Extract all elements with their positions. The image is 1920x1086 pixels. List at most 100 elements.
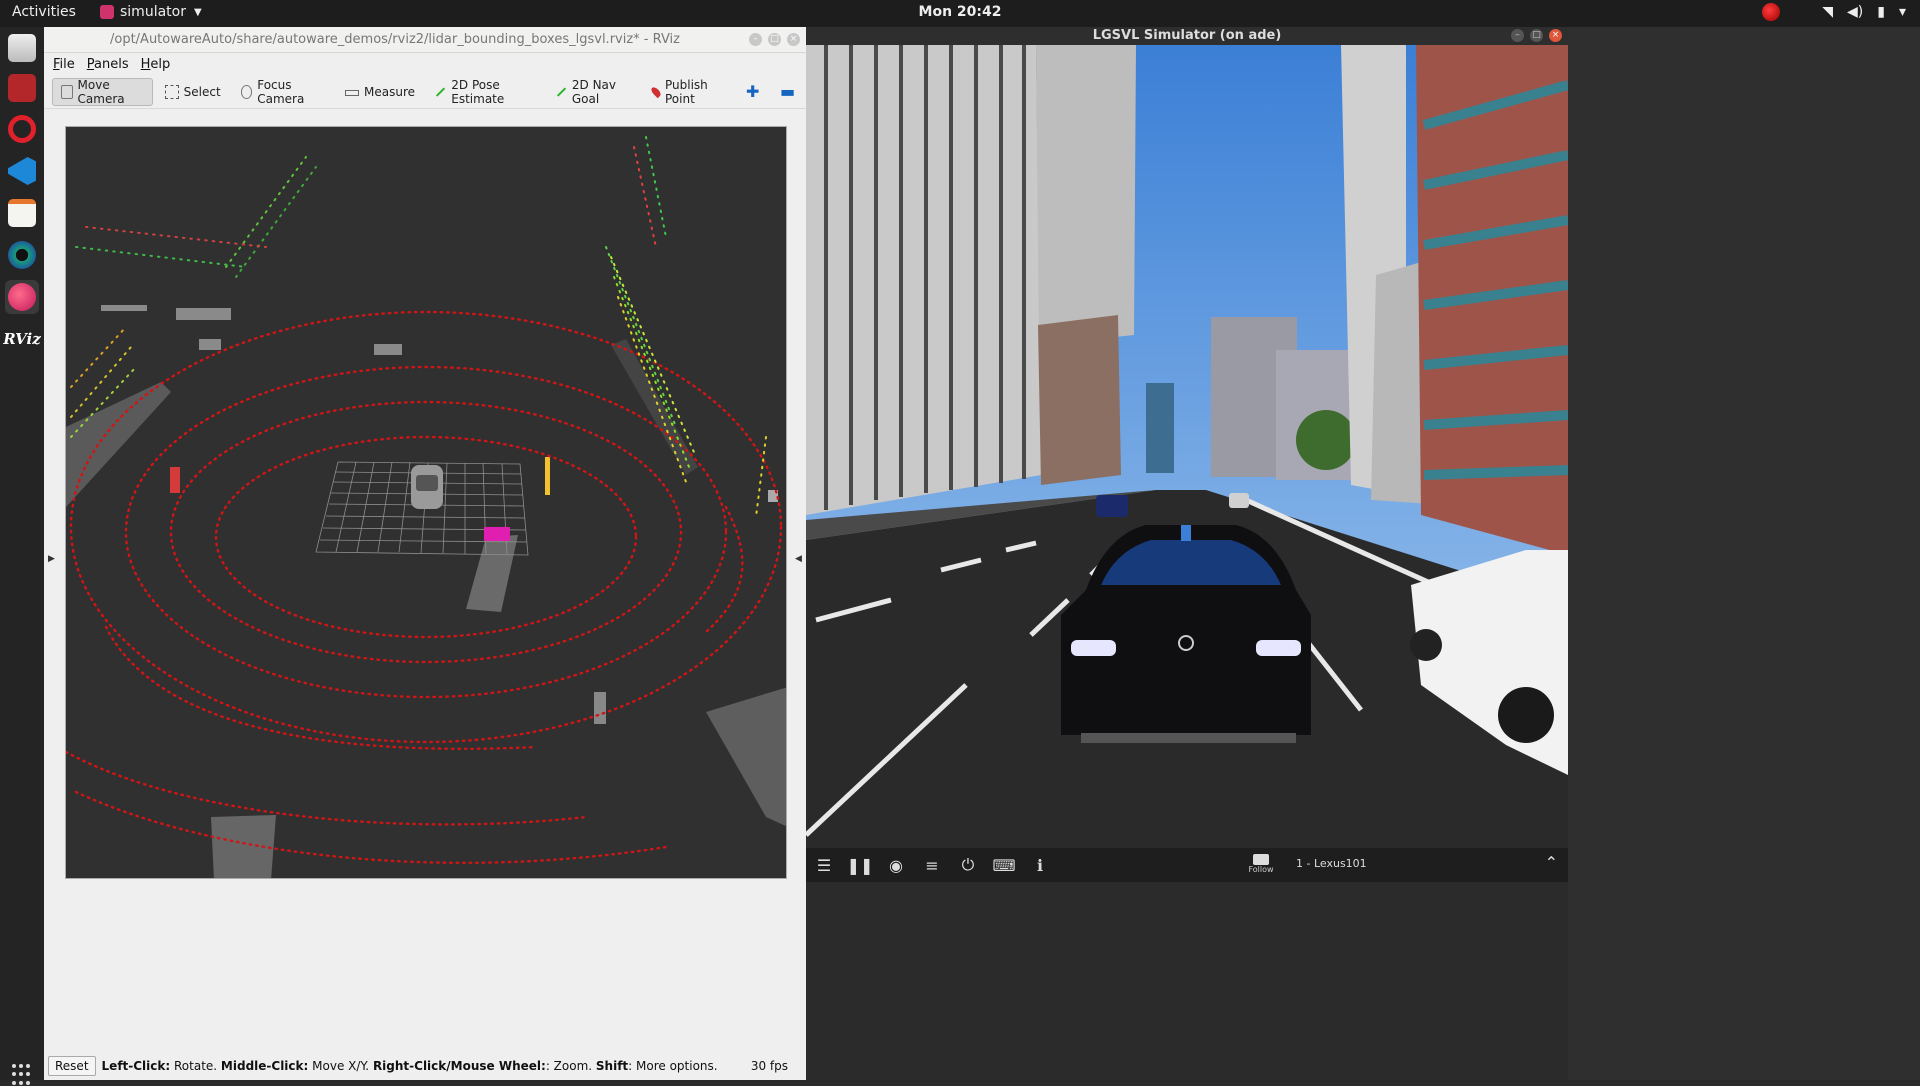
hint-left-click-val: Rotate. [170,1059,221,1073]
city-street-render [806,45,1568,848]
minimize-icon[interactable]: – [749,33,762,46]
follow-label: Follow [1248,865,1274,874]
dock-vscode[interactable] [5,154,39,188]
maximize-icon[interactable]: □ [1530,29,1543,42]
simulator-icon [8,283,36,311]
pose-estimate-tool[interactable]: 2D Pose Estimate [427,78,544,106]
green-arrow-icon [556,86,566,97]
close-icon[interactable]: × [787,33,800,46]
network-icon: ◥ [1822,4,1834,20]
hint-right-click-val: : Zoom. [545,1059,596,1073]
reset-button[interactable]: Reset [48,1056,96,1076]
app-menu-label: simulator [120,4,186,20]
rviz-status-bar: Reset Left-Click: Rotate. Middle-Click: … [44,1052,806,1080]
fps-counter: 30 fps [750,1059,788,1073]
files-icon [8,34,36,62]
ego-vehicle-window [416,475,438,491]
hint-middle-click-key: Middle-Click: [220,1059,309,1073]
rviz-window-title: /opt/AutowareAuto/share/autoware_demos/r… [109,32,680,47]
nav-goal-tool[interactable]: 2D Nav Goal [548,78,640,106]
left-panel-toggle[interactable]: ▶ [44,109,58,1052]
clock[interactable]: Mon 20:42 [919,4,1002,20]
show-applications-icon[interactable] [12,1064,34,1086]
move-camera-icon [61,84,73,99]
tail-light [1256,640,1301,656]
visibility-eye-icon[interactable]: ◉ [878,848,914,882]
lgsvl-titlebar[interactable]: LGSVL Simulator (on ade) – □ × [806,27,1568,45]
dock-simulator[interactable] [5,280,39,314]
select-tool[interactable]: Select [157,78,229,106]
roof-sensor [1181,525,1191,541]
jeep-wheel [1498,687,1554,743]
expand-right-icon: ◀ [795,554,802,564]
maximize-icon[interactable]: □ [768,33,781,46]
dock-text-editor[interactable] [5,196,39,230]
system-tray[interactable]: ◥ ◀) ▮ ▾ [1762,3,1906,21]
tail-light [1071,640,1116,656]
system-menu-caret-icon[interactable]: ▾ [1899,4,1906,20]
pause-icon[interactable]: ❚❚ [842,848,878,882]
rviz-toolbar: Move Camera Select Focus Camera Measure … [44,75,806,109]
camera-icon [1253,854,1269,865]
text-editor-icon [8,199,36,227]
caret-down-icon: ▼ [193,6,202,18]
lgsvl-window: LGSVL Simulator (on ade) – □ × ☰ ❚❚ ◉ ≡ … [806,27,1568,1080]
menu-file[interactable]: File [53,57,75,72]
hint-right-click-key: Right-Click/Mouse Wheel: [372,1059,546,1073]
dock-rviz[interactable]: RViz [3,322,41,356]
measure-tool[interactable]: Measure [337,78,423,106]
recording-indicator-icon[interactable] [1762,3,1781,21]
close-icon[interactable]: × [1549,29,1562,42]
dock-opera[interactable] [5,112,39,146]
detected-object [484,527,510,541]
publish-point-label: Publish Point [665,77,708,106]
activities-button[interactable]: Activities [12,4,76,20]
right-panel-toggle[interactable]: ◀ [792,109,806,1052]
media-icon [8,74,36,102]
rviz-render-area: ▶ ◀ [44,109,806,1052]
building [806,45,1041,515]
expand-left-icon: ▶ [48,554,55,564]
building [1038,315,1121,485]
jeep-wheel [1410,629,1442,661]
menu-panels[interactable]: Panels [87,57,129,72]
focus-camera-tool[interactable]: Focus Camera [233,78,333,106]
dock-files[interactable] [5,31,39,65]
ruler-icon [345,89,360,96]
sliders-icon[interactable]: ≡ [914,848,950,882]
building [1036,45,1136,345]
move-camera-tool[interactable]: Move Camera [52,77,153,106]
agent-selector[interactable]: 1 - Lexus101 [1296,857,1367,870]
chevron-up-icon[interactable]: ⌃ [1545,853,1558,872]
tree [1296,410,1356,470]
gamepad-icon[interactable]: ⌨ [986,848,1022,882]
simulator-controls-bar: ☰ ❚❚ ◉ ≡ ⏻ ⌨ ℹ Follow 1 - Lexus101 ⌃ [806,848,1568,882]
publish-point-tool[interactable]: Publish Point [644,78,734,106]
measure-label: Measure [364,84,416,99]
hint-left-click-key: Left-Click: [101,1059,171,1073]
follow-camera-button[interactable]: Follow [1246,848,1276,882]
remove-tool-button[interactable]: ▬ [772,78,802,106]
app-menu[interactable]: simulator ▼ [100,4,202,20]
vscode-icon [8,157,36,185]
plug-icon[interactable]: ⏻ [950,848,986,882]
plus-icon: ✚ [746,81,760,101]
battery-icon: ▮ [1877,4,1885,20]
dock: RViz [0,27,44,1085]
dock-camera-app[interactable] [5,238,39,272]
info-icon[interactable]: ℹ [1022,848,1058,882]
lidar-pointcloud-scene [66,127,786,878]
focus-camera-label: Focus Camera [257,77,305,106]
rviz-titlebar[interactable]: /opt/AutowareAuto/share/autoware_demos/r… [44,27,806,53]
map-pin-icon [649,85,663,98]
add-tool-button[interactable]: ✚ [738,78,768,106]
top-bar: Activities simulator ▼ Mon 20:42 ◥ ◀) ▮ … [0,0,1920,27]
menu-help[interactable]: Help [141,57,171,72]
dock-media[interactable] [5,71,39,105]
minimize-icon[interactable]: – [1511,29,1524,42]
menu-icon[interactable]: ☰ [806,848,842,882]
simulator-camera-view[interactable] [806,45,1568,848]
rviz-3d-viewport[interactable] [65,126,787,879]
select-icon [164,84,179,99]
bounding-box [176,308,231,320]
